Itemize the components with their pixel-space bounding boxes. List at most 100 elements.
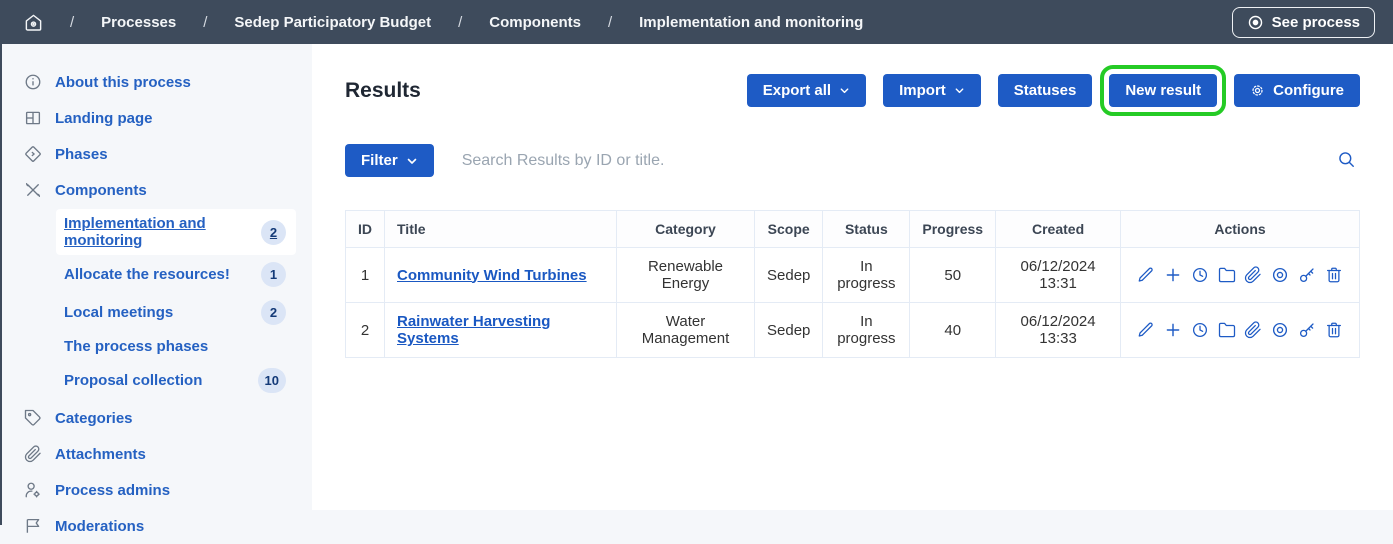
sidebar-subitem-implementation-and-monitoring[interactable]: Implementation and monitoring 2 [56, 209, 296, 255]
info-icon [24, 73, 42, 91]
see-process-button[interactable]: See process [1232, 7, 1375, 38]
attachment-icon[interactable] [1244, 266, 1262, 284]
result-created: 06/12/2024 13:31 [996, 248, 1121, 303]
breadcrumb-components[interactable]: Components [489, 14, 581, 31]
components-sub-list: Implementation and monitoring 2 Allocate… [56, 209, 296, 399]
export-all-label: Export all [763, 82, 831, 99]
export-all-button[interactable]: Export all [747, 74, 866, 107]
paperclip-icon [24, 445, 42, 463]
search-input[interactable] [462, 152, 1325, 170]
sidebar-subitem-proposal-collection[interactable]: Proposal collection 10 [56, 362, 296, 399]
subitem-label: Local meetings [64, 304, 173, 321]
subitem-label: The process phases [64, 338, 208, 355]
new-result-button[interactable]: New result [1109, 74, 1217, 107]
sidebar-item-landing-page[interactable]: Landing page [0, 100, 312, 136]
count-badge: 10 [258, 368, 286, 393]
flag-icon [24, 517, 42, 535]
sidebar-item-label: Moderations [55, 518, 144, 535]
sidebar-item-process-admins[interactable]: Process admins [0, 472, 312, 508]
sidebar-item-moderations[interactable]: Moderations [0, 508, 312, 544]
preview-icon[interactable] [1271, 266, 1289, 284]
column-header-scope: Scope [755, 211, 823, 248]
sidebar-subitem-the-process-phases[interactable]: The process phases [56, 332, 296, 361]
filter-button[interactable]: Filter [345, 144, 434, 177]
sidebar-item-phases[interactable]: Phases [0, 136, 312, 172]
result-scope: Sedep [755, 303, 823, 358]
breadcrumb-processes[interactable]: Processes [101, 14, 176, 31]
breadcrumb-separator: / [458, 14, 462, 31]
page-title: Results [345, 79, 421, 103]
breadcrumb-process-name[interactable]: Sedep Participatory Budget [234, 14, 431, 31]
subitem-label: Allocate the resources! [64, 266, 230, 283]
subitem-label: Proposal collection [64, 372, 202, 389]
result-category: Water Management [617, 303, 755, 358]
chevron-down-icon [406, 155, 418, 167]
tools-icon [24, 181, 42, 199]
results-toolbar: Export all Import Statuses New result [747, 74, 1360, 107]
sidebar-item-categories[interactable]: Categories [0, 400, 312, 436]
folder-icon[interactable] [1218, 266, 1236, 284]
results-panel: Results Export all Import Statuses [312, 44, 1393, 510]
tag-icon [24, 409, 42, 427]
count-badge: 2 [261, 220, 286, 245]
process-sidebar: About this process Landing page Phases [0, 44, 312, 510]
layout-icon [24, 109, 42, 127]
subitem-label: Implementation and monitoring [64, 215, 261, 249]
gear-icon [1250, 83, 1265, 98]
column-header-progress: Progress [910, 211, 996, 248]
result-scope: Sedep [755, 248, 823, 303]
count-badge: 1 [261, 262, 286, 287]
result-status: In progress [823, 303, 910, 358]
new-result-label: New result [1125, 82, 1201, 99]
sidebar-item-label: Landing page [55, 110, 153, 127]
configure-label: Configure [1273, 82, 1344, 99]
permissions-key-icon[interactable] [1298, 266, 1316, 284]
result-id: 1 [346, 248, 385, 303]
sidebar-item-label: Process admins [55, 482, 170, 499]
result-title-link[interactable]: Community Wind Turbines [397, 267, 587, 284]
breadcrumb-separator: / [70, 14, 74, 31]
import-label: Import [899, 82, 946, 99]
preview-icon[interactable] [1271, 321, 1289, 339]
breadcrumb-separator: / [203, 14, 207, 31]
user-gear-icon [24, 481, 42, 499]
table-row: 1 Community Wind Turbines Renewable Ener… [346, 248, 1360, 303]
edit-icon[interactable] [1137, 321, 1155, 339]
chevron-down-icon [839, 85, 850, 96]
statuses-button[interactable]: Statuses [998, 74, 1093, 107]
sidebar-item-attachments[interactable]: Attachments [0, 436, 312, 472]
add-icon[interactable] [1164, 266, 1182, 284]
result-title-link[interactable]: Rainwater Harvesting Systems [397, 313, 550, 347]
delete-icon[interactable] [1325, 266, 1343, 284]
result-created: 06/12/2024 13:33 [996, 303, 1121, 358]
breadcrumb-current-component[interactable]: Implementation and monitoring [639, 14, 863, 31]
table-header-row: ID Title Category Scope Status Progress … [346, 211, 1360, 248]
home-icon[interactable] [24, 13, 43, 32]
count-badge: 2 [261, 300, 286, 325]
result-category: Renewable Energy [617, 248, 755, 303]
delete-icon[interactable] [1325, 321, 1343, 339]
configure-button[interactable]: Configure [1234, 74, 1360, 107]
chevron-down-icon [954, 85, 965, 96]
result-id: 2 [346, 303, 385, 358]
add-icon[interactable] [1164, 321, 1182, 339]
sidebar-item-components[interactable]: Components [0, 172, 312, 208]
sidebar-subitem-allocate-the-resources[interactable]: Allocate the resources! 1 [56, 256, 296, 293]
result-progress: 50 [910, 248, 996, 303]
column-header-created: Created [996, 211, 1121, 248]
result-status: In progress [823, 248, 910, 303]
history-icon[interactable] [1191, 266, 1209, 284]
sidebar-item-label: Categories [55, 410, 133, 427]
breadcrumb-separator: / [608, 14, 612, 31]
row-actions [1137, 321, 1343, 339]
breadcrumb: / Processes / Sedep Participatory Budget… [24, 13, 863, 32]
edit-icon[interactable] [1137, 266, 1155, 284]
history-icon[interactable] [1191, 321, 1209, 339]
import-button[interactable]: Import [883, 74, 981, 107]
folder-icon[interactable] [1218, 321, 1236, 339]
sidebar-item-about[interactable]: About this process [0, 64, 312, 100]
permissions-key-icon[interactable] [1298, 321, 1316, 339]
attachment-icon[interactable] [1244, 321, 1262, 339]
search-icon[interactable] [1333, 146, 1360, 176]
sidebar-subitem-local-meetings[interactable]: Local meetings 2 [56, 294, 296, 331]
